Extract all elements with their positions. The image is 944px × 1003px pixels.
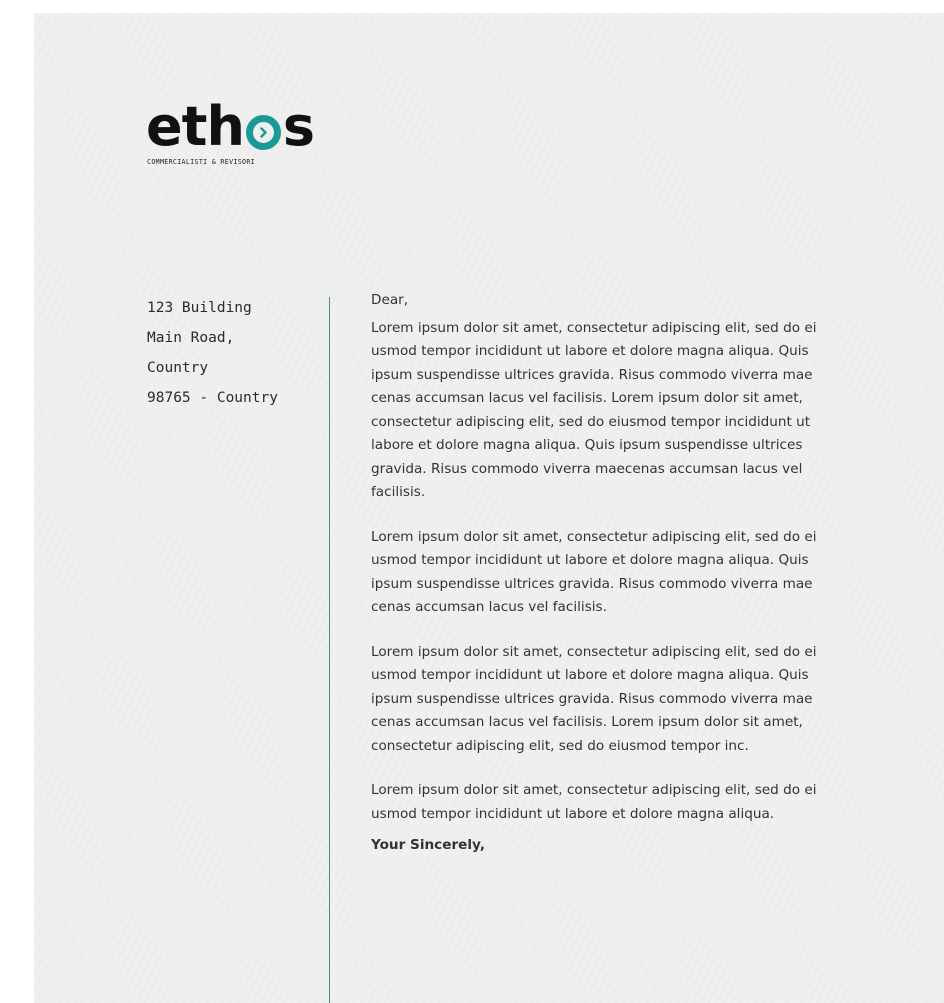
address-line: 123 Building <box>147 300 252 316</box>
vertical-divider <box>329 297 330 1003</box>
letter-paragraph: Lorem ipsum dolor sit amet, consectetur … <box>371 317 944 505</box>
paragraph-line: ipsum suspendisse ultrices gravida. Risu… <box>371 690 813 707</box>
paragraph-line: cenas accumsan lacus vel facilisis. Lore… <box>371 390 803 406</box>
logo-arrow-o-icon <box>245 114 281 150</box>
letter-greeting: Dear, <box>371 292 409 308</box>
letterhead-page: eth s COMMERCIALISTI & REVISORI 123 Buil… <box>34 13 944 1003</box>
address-line: Main Road, <box>147 330 235 346</box>
logo-text-s: s <box>282 95 315 158</box>
paragraph-line: labore et dolore magna aliqua. Quis ipsu… <box>371 437 803 453</box>
logo-tagline: COMMERCIALISTI & REVISORI <box>147 158 255 166</box>
paragraph-line: Lorem ipsum dolor sit amet, consectetur … <box>371 528 817 545</box>
paragraph-line: Lorem ipsum dolor sit amet, consectetur … <box>371 643 817 660</box>
paragraph-line: usmod tempor incididunt ut labore et dol… <box>371 552 809 568</box>
paragraph-line: gravida. Risus commodo viverra maecenas … <box>371 460 803 477</box>
paragraph-line: Lorem ipsum dolor sit amet, consectetur … <box>371 319 817 336</box>
paragraph-line: consectetur adipiscing elit, sed do eius… <box>371 413 811 430</box>
letter-body: Dear, Lorem ipsum dolor sit amet, consec… <box>371 289 944 858</box>
paragraph-line: consectetur adipiscing elit, sed do eius… <box>371 737 749 754</box>
paragraph-line: ipsum suspendisse ultrices gravida. Risu… <box>371 366 813 383</box>
logo-wordmark: eth s <box>146 95 315 158</box>
letter-closing: Your Sincerely, <box>371 837 486 853</box>
logo-text-eth: eth <box>146 95 245 158</box>
paragraph-line: facilisis. <box>371 484 426 500</box>
sender-address: 123 Building Main Road, Country 98765 - Cou… <box>147 293 278 413</box>
letter-paragraph: Lorem ipsum dolor sit amet, consectetur … <box>371 641 944 759</box>
paragraph-line: usmod tempor incididunt ut labore et dol… <box>371 343 809 359</box>
paragraph-line: ipsum suspendisse ultrices gravida. Risu… <box>371 575 813 592</box>
paragraph-line: Lorem ipsum dolor sit amet, consectetur … <box>371 782 817 798</box>
paragraph-line: usmod tempor incididunt ut labore et dol… <box>371 667 809 683</box>
paragraph-line: usmod tempor incididunt ut labore et dol… <box>371 805 775 822</box>
letter-paragraph: Lorem ipsum dolor sit amet, consectetur … <box>371 779 944 826</box>
ethos-logo: eth s COMMERCIALISTI & REVISORI <box>146 95 315 167</box>
paragraph-line: cenas accumsan lacus vel facilisis. Lore… <box>371 714 803 730</box>
letter-paragraph: Lorem ipsum dolor sit amet, consectetur … <box>371 526 944 620</box>
letter-paragraphs: Lorem ipsum dolor sit amet, consectetur … <box>371 317 944 827</box>
address-line: Country <box>147 360 209 376</box>
address-line: 98765 - Country <box>147 390 278 406</box>
paragraph-line: cenas accumsan lacus vel facilisis. <box>371 599 607 615</box>
